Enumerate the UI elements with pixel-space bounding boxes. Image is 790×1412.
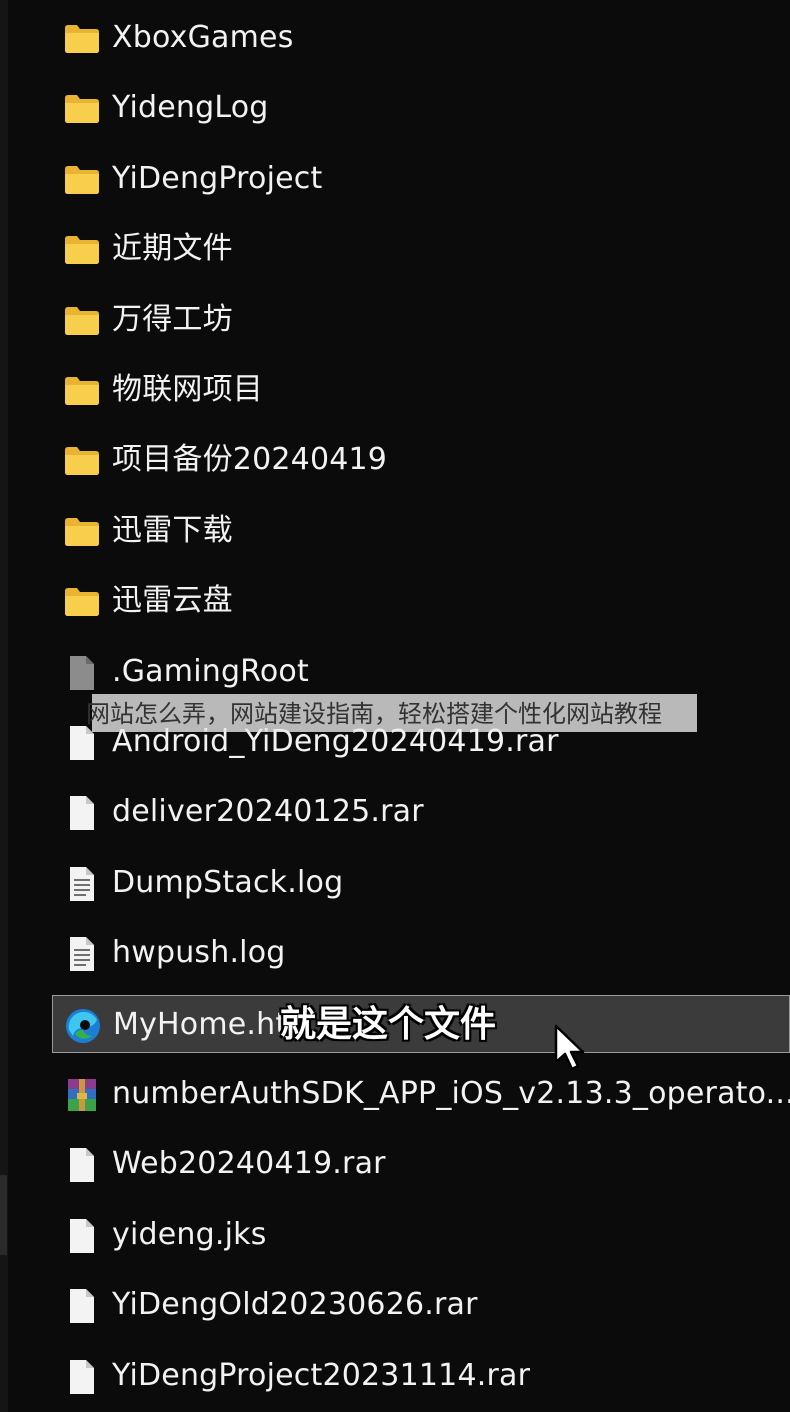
file-name: YiDengOld20230626.rar xyxy=(112,1287,478,1322)
file-name: 迅雷云盘 xyxy=(112,583,233,618)
winrar-archive-icon xyxy=(62,1075,102,1115)
file-name: .GamingRoot xyxy=(112,654,309,689)
file-row[interactable]: hwpush.log xyxy=(52,924,790,982)
file-row[interactable]: XboxGames xyxy=(52,9,790,67)
text-file-icon xyxy=(62,934,102,974)
file-name: YiDengProject xyxy=(112,161,323,196)
blank-file-icon xyxy=(62,1286,102,1326)
file-row[interactable]: .GamingRoot xyxy=(52,643,790,701)
file-row[interactable]: 项目备份20240419 xyxy=(52,431,790,489)
file-name: 迅雷下载 xyxy=(112,513,233,548)
file-name: 项目备份20240419 xyxy=(112,442,388,477)
system-file-icon xyxy=(62,653,102,693)
file-row[interactable]: deliver20240125.rar xyxy=(52,783,790,841)
file-name: 近期文件 xyxy=(112,231,233,266)
file-name: 万得工坊 xyxy=(112,302,233,337)
folder-icon xyxy=(62,512,102,552)
folder-icon xyxy=(62,582,102,622)
folder-icon xyxy=(62,160,102,200)
file-row[interactable]: 近期文件 xyxy=(52,220,790,278)
file-row[interactable]: DumpStack.log xyxy=(52,854,790,912)
edge-browser-icon xyxy=(63,1006,103,1046)
mouse-cursor-icon xyxy=(554,1024,585,1071)
file-row[interactable]: 迅雷云盘 xyxy=(52,572,790,630)
file-name: yideng.jks xyxy=(112,1217,267,1252)
file-name: MyHome.ht xyxy=(113,1007,288,1042)
file-name: YiDengProject20231114.rar xyxy=(112,1358,531,1393)
file-name: XboxGames xyxy=(112,20,294,55)
file-row[interactable]: YiDengProject20231114.rar xyxy=(52,1347,790,1405)
folder-icon xyxy=(62,301,102,341)
file-name: numberAuthSDK_APP_iOS_v2.13.3_operato... xyxy=(112,1076,790,1111)
file-name: hwpush.log xyxy=(112,935,286,970)
folder-icon xyxy=(62,89,102,129)
file-row[interactable]: 万得工坊 xyxy=(52,291,790,349)
folder-icon xyxy=(62,230,102,270)
blank-file-icon xyxy=(62,793,102,833)
overlay-banner-text: 网站怎么弄，网站建设指南，轻松搭建个性化网站教程 xyxy=(86,700,662,728)
blank-file-icon xyxy=(62,1357,102,1397)
video-subtitle: 就是这个文件 xyxy=(280,1004,497,1045)
file-name: YidengLog xyxy=(112,90,269,125)
text-file-icon xyxy=(62,864,102,904)
file-name: DumpStack.log xyxy=(112,865,344,900)
file-row[interactable]: numberAuthSDK_APP_iOS_v2.13.3_operato... xyxy=(52,1065,790,1123)
file-row[interactable]: 物联网项目 xyxy=(52,361,790,419)
file-row[interactable]: YiDengProject xyxy=(52,150,790,208)
file-name: Web20240419.rar xyxy=(112,1146,386,1181)
file-row[interactable]: 迅雷下载 xyxy=(52,502,790,560)
blank-file-icon xyxy=(62,1216,102,1256)
folder-icon xyxy=(62,371,102,411)
blank-file-icon xyxy=(62,1145,102,1185)
file-row[interactable]: yideng.jks xyxy=(52,1206,790,1264)
overlay-banner: 网站怎么弄，网站建设指南，轻松搭建个性化网站教程 xyxy=(86,694,697,732)
file-row[interactable]: Web20240419.rar xyxy=(52,1135,790,1193)
file-name: 物联网项目 xyxy=(112,372,263,407)
folder-icon xyxy=(62,19,102,59)
folder-icon xyxy=(62,441,102,481)
file-row[interactable]: YidengLog xyxy=(52,79,790,137)
file-row[interactable]: YiDengOld20230626.rar xyxy=(52,1276,790,1334)
file-name: deliver20240125.rar xyxy=(112,794,424,829)
